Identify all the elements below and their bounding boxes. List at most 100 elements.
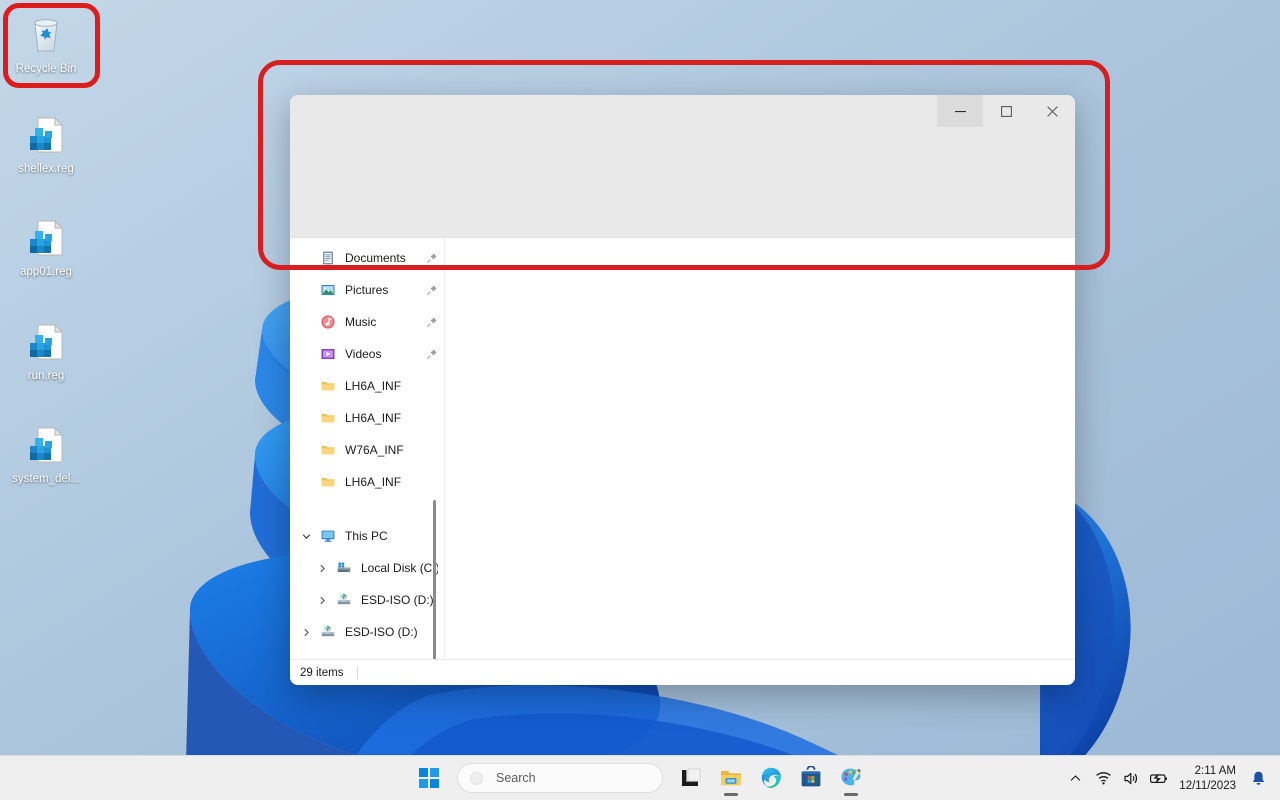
desktop-icon-system-del-reg[interactable]: system_del... (0, 420, 92, 486)
registry-file-icon (22, 420, 70, 468)
item-count-label: 29 items (300, 666, 344, 679)
chevron-right-icon[interactable] (316, 584, 328, 616)
volume-button[interactable] (1117, 761, 1145, 797)
microsoft-edge-button[interactable] (751, 758, 791, 798)
window-titlebar[interactable] (290, 95, 1075, 237)
nav-group-separator (290, 498, 444, 520)
microsoft-store-button[interactable] (791, 758, 831, 798)
desktop-icon-app01-reg[interactable]: app01.reg (0, 213, 92, 279)
nav-item-label: ESD-ISO (D:) (345, 625, 418, 639)
folder-icon (320, 410, 336, 426)
dvd-drive-icon (320, 624, 336, 640)
running-indicator (844, 793, 858, 796)
desktop-screen: Recycle Bin shellex.reg app01.reg run.re… (0, 0, 1280, 800)
desktop-icon-shellex-reg[interactable]: shellex.reg (0, 110, 92, 176)
dvd-drive-icon (336, 592, 352, 608)
file-list-pane[interactable] (445, 238, 1075, 659)
folder-icon (320, 442, 336, 458)
close-icon (1046, 105, 1058, 117)
pin-icon[interactable] (426, 252, 438, 264)
taskbar-search-box[interactable]: Search (457, 763, 663, 793)
nav-item-local-disk-c[interactable]: Local Disk (C:) (290, 552, 444, 584)
chevron-right-icon[interactable] (316, 552, 328, 584)
pictures-icon (320, 282, 336, 298)
desktop-icon-run-reg[interactable]: run.reg (0, 317, 92, 383)
nav-item-esd-iso-d-2[interactable]: ESD-ISO (D:) (290, 616, 444, 648)
chevron-down-icon[interactable] (300, 520, 312, 552)
start-button[interactable] (409, 758, 449, 798)
minimize-icon (954, 110, 966, 112)
nav-item-music[interactable]: Music (290, 306, 444, 338)
task-view-icon (682, 768, 701, 786)
search-placeholder: Search (496, 771, 536, 785)
registry-file-icon (22, 317, 70, 365)
this-pc-icon (320, 528, 336, 544)
nav-item-label: Videos (345, 347, 382, 361)
nav-item-videos[interactable]: Videos (290, 338, 444, 370)
desktop-icon-recycle-bin[interactable]: Recycle Bin (0, 10, 92, 76)
taskbar: Search 2:11 AM 12/11/2023 (0, 755, 1280, 800)
nav-item-label: ESD-ISO (D:) (361, 593, 434, 607)
desktop-icon-label: app01.reg (20, 266, 72, 278)
clock-date: 12/11/2023 (1179, 779, 1236, 792)
nav-item-documents[interactable]: Documents (290, 242, 444, 274)
wifi-icon (1095, 772, 1111, 785)
nav-item-folder-2[interactable]: LH6A_INF (290, 402, 444, 434)
nav-item-label: W76A_INF (345, 443, 404, 457)
pin-icon[interactable] (426, 348, 438, 360)
navigation-pane[interactable]: Documents Pictures Music Videos LH6A_INF… (290, 238, 444, 659)
bell-icon (1252, 771, 1264, 785)
nav-item-label: Pictures (345, 283, 389, 297)
clock-time: 2:11 AM (1194, 764, 1236, 777)
desktop-icon-label: shellex.reg (18, 163, 74, 175)
recycle-bin-icon (22, 10, 70, 58)
chevron-right-icon[interactable] (300, 616, 312, 648)
local-disk-icon (336, 560, 352, 576)
nav-item-folder-4[interactable]: LH6A_INF (290, 466, 444, 498)
edge-icon (761, 767, 781, 788)
nav-item-label: Local Disk (C:) (361, 561, 438, 575)
nav-item-label: LH6A_INF (345, 411, 402, 425)
maximize-icon (1000, 105, 1012, 117)
desktop-icon-label: Recycle Bin (15, 63, 77, 75)
chevron-up-icon (1070, 775, 1081, 781)
network-button[interactable] (1089, 761, 1117, 797)
nav-item-esd-iso-d-1[interactable]: ESD-ISO (D:) (290, 584, 444, 616)
nav-item-folder-1[interactable]: LH6A_INF (290, 370, 444, 402)
nav-item-this-pc[interactable]: This PC (290, 520, 444, 552)
task-view-button[interactable] (671, 758, 711, 798)
status-separator (357, 665, 359, 680)
pin-icon[interactable] (426, 284, 438, 296)
file-explorer-button[interactable] (711, 758, 751, 798)
paint-icon (841, 768, 861, 786)
status-bar: 29 items (290, 659, 1075, 685)
clock[interactable]: 2:11 AM 12/11/2023 (1179, 764, 1236, 794)
nav-item-label: LH6A_INF (345, 379, 402, 393)
desktop-icon-label: system_del... (12, 473, 80, 485)
close-button[interactable] (1029, 95, 1075, 127)
documents-icon (320, 250, 336, 266)
notifications-button[interactable] (1244, 761, 1272, 797)
registry-file-icon (22, 110, 70, 158)
search-icon (470, 771, 483, 785)
pin-icon[interactable] (426, 316, 438, 328)
file-explorer-icon (721, 771, 741, 786)
paint-button[interactable] (831, 758, 871, 798)
folder-icon (320, 474, 336, 490)
battery-icon (1150, 773, 1168, 784)
nav-item-pictures[interactable]: Pictures (290, 274, 444, 306)
desktop-icon-label: run.reg (27, 370, 65, 382)
music-icon (320, 314, 336, 330)
running-indicator (724, 793, 738, 796)
battery-button[interactable] (1145, 761, 1173, 797)
tray-overflow-button[interactable] (1061, 761, 1089, 797)
folder-icon (320, 378, 336, 394)
registry-file-icon (22, 213, 70, 261)
navigation-pane-scrollbar[interactable] (433, 500, 436, 659)
system-tray: 2:11 AM 12/11/2023 (1061, 756, 1280, 800)
videos-icon (320, 346, 336, 362)
nav-item-label: Documents (345, 251, 406, 265)
nav-item-folder-3[interactable]: W76A_INF (290, 434, 444, 466)
maximize-button[interactable] (983, 95, 1029, 127)
minimize-button[interactable] (937, 95, 983, 127)
